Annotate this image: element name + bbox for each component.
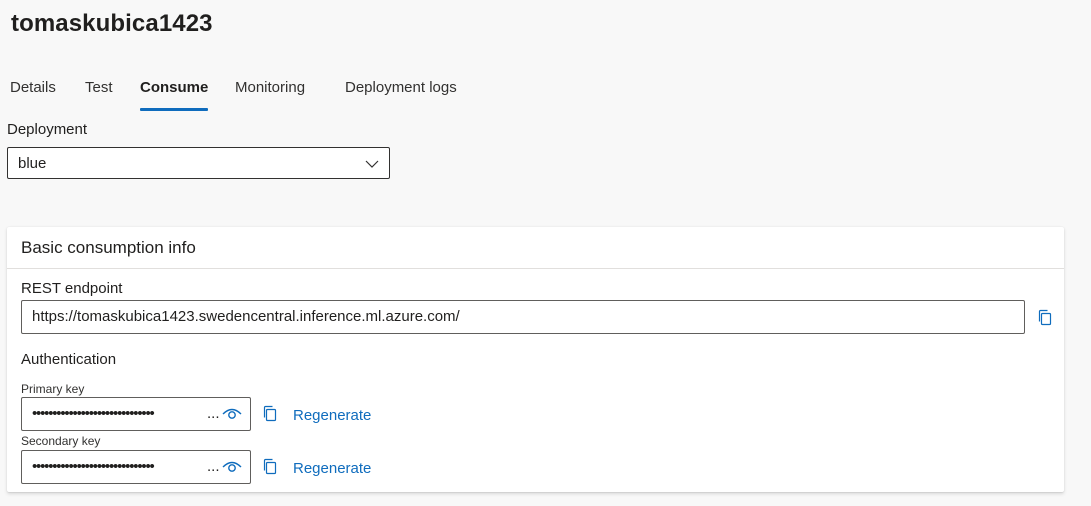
rest-endpoint-label: REST endpoint — [21, 280, 123, 297]
primary-key-field[interactable]: •••••••••••••••••••••••••••••• ... — [21, 397, 251, 431]
tab-consume[interactable]: Consume — [140, 72, 209, 111]
chevron-down-icon — [365, 160, 379, 168]
primary-key-value: •••••••••••••••••••••••••••••• — [32, 405, 155, 422]
tab-monitoring[interactable]: Monitoring — [235, 72, 305, 110]
card-divider — [7, 268, 1064, 269]
rest-endpoint-field[interactable]: https://tomaskubica1423.swedencentral.in… — [21, 300, 1025, 334]
secondary-key-overflow: ... — [207, 458, 220, 475]
copy-icon[interactable] — [262, 458, 278, 476]
consumption-info-card: Basic consumption info REST endpoint htt… — [7, 227, 1064, 492]
eye-icon[interactable] — [222, 406, 242, 422]
deployment-selected-value: blue — [18, 155, 47, 172]
eye-icon[interactable] — [222, 459, 242, 475]
card-title: Basic consumption info — [21, 238, 196, 257]
tab-test[interactable]: Test — [85, 72, 113, 110]
secondary-key-field[interactable]: •••••••••••••••••••••••••••••• ... — [21, 450, 251, 484]
regenerate-primary-button[interactable]: Regenerate — [293, 407, 371, 424]
secondary-key-label: Secondary key — [21, 434, 101, 448]
primary-key-label: Primary key — [21, 382, 85, 396]
deployment-dropdown[interactable]: blue — [7, 147, 390, 179]
tab-details[interactable]: Details — [10, 72, 56, 110]
copy-icon[interactable] — [262, 405, 278, 423]
primary-key-overflow: ... — [207, 405, 220, 422]
deployment-label: Deployment — [7, 121, 88, 138]
authentication-label: Authentication — [21, 351, 117, 368]
rest-endpoint-value: https://tomaskubica1423.swedencentral.in… — [32, 308, 460, 325]
tab-deployment-logs[interactable]: Deployment logs — [345, 72, 457, 110]
page-title: tomaskubica1423 — [11, 10, 213, 37]
copy-icon[interactable] — [1037, 309, 1053, 327]
secondary-key-value: •••••••••••••••••••••••••••••• — [32, 458, 155, 475]
regenerate-secondary-button[interactable]: Regenerate — [293, 460, 371, 477]
